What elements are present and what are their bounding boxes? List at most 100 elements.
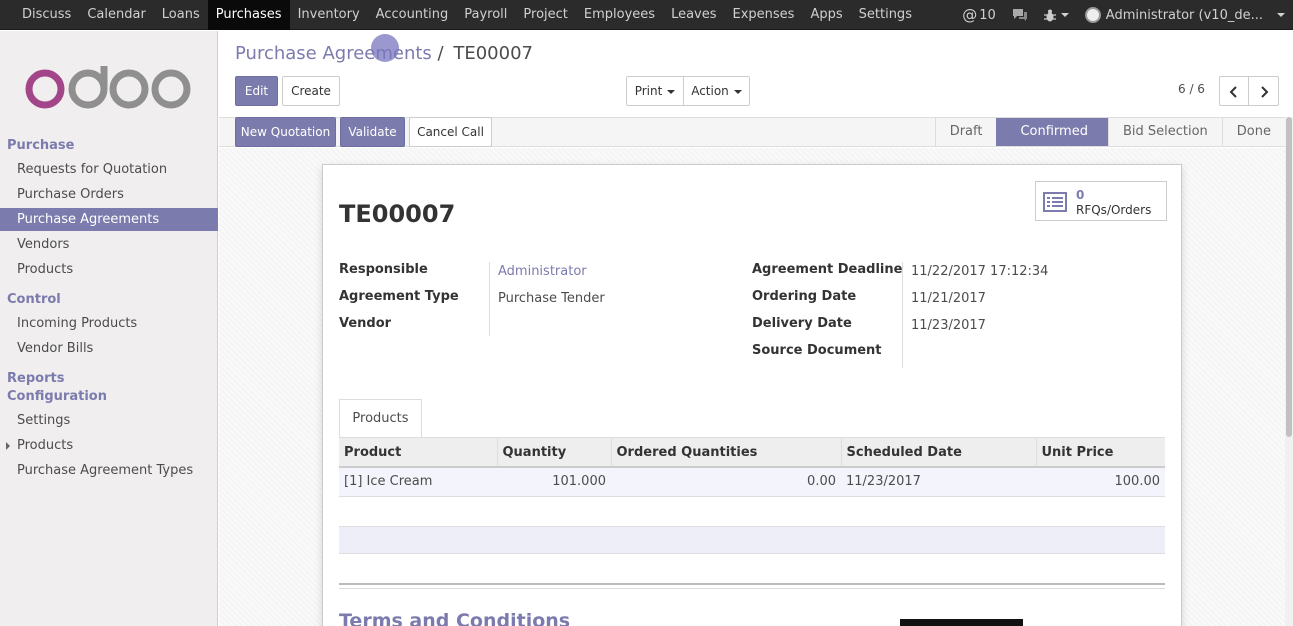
menu-employees[interactable]: Employees	[576, 0, 663, 30]
menu-project[interactable]: Project	[515, 0, 575, 30]
sidebar-item-purchase-agreements[interactable]: Purchase Agreements	[0, 208, 218, 231]
sidebar-item-settings[interactable]: Settings	[0, 409, 218, 432]
menu-calendar[interactable]: Calendar	[79, 0, 153, 30]
stage-confirmed[interactable]: Confirmed	[996, 118, 1108, 146]
validate-button[interactable]: Validate	[340, 117, 405, 147]
mentions-button[interactable]: @ 10	[954, 0, 1004, 30]
sidebar-item-requests-for-quotation[interactable]: Requests for Quotation	[0, 158, 218, 181]
sidebar-item-purchase-orders[interactable]: Purchase Orders	[0, 183, 218, 206]
pager-previous-button[interactable]	[1219, 76, 1249, 106]
chat-bubble-icon	[1012, 9, 1027, 21]
field-label-vendor: Vendor	[339, 316, 392, 331]
stage-done[interactable]: Done	[1221, 118, 1285, 146]
list-icon	[1043, 192, 1067, 212]
chevron-left-icon	[1229, 85, 1237, 98]
section-separator	[339, 583, 1165, 589]
field-value-agreement-type: Purchase Tender	[498, 291, 605, 306]
column-header-ordered-quantities[interactable]: Ordered Quantities	[611, 438, 842, 468]
sidebar-item-vendor-bills[interactable]: Vendor Bills	[0, 337, 218, 360]
sidebar-item-products[interactable]: Products	[0, 258, 218, 281]
sidebar-item-incoming-products[interactable]: Incoming Products	[0, 312, 218, 335]
field-value-delivery-date: 11/23/2017	[911, 318, 986, 333]
sidebar-item-purchase-agreement-types[interactable]: Purchase Agreement Types	[0, 459, 218, 482]
field-separator	[489, 262, 490, 336]
menu-purchases[interactable]: Purchases	[207, 0, 290, 30]
breadcrumb-separator: /	[437, 43, 444, 64]
field-label-responsible: Responsible	[339, 262, 428, 277]
terms-heading: Terms and Conditions	[339, 610, 571, 626]
breadcrumb-current: TE00007	[453, 43, 533, 64]
user-menu[interactable]: Administrator (v10_de...	[1077, 0, 1293, 30]
table-row[interactable]: [1] Ice Cream 101.000 0.00 11/23/2017 10…	[339, 467, 1165, 497]
print-dropdown[interactable]: Print	[626, 76, 684, 106]
vertical-scrollbar[interactable]	[1285, 117, 1293, 626]
chevron-right-icon	[1260, 85, 1268, 98]
field-label-delivery-date: Delivery Date	[752, 316, 852, 331]
sidebar-item-config-products[interactable]: Products	[0, 434, 218, 457]
cell-ordered-quantities: 0.00	[611, 467, 841, 497]
field-label-ordering-date: Ordering Date	[752, 289, 857, 304]
sidebar-section-reports[interactable]: Reports	[7, 371, 64, 386]
create-button[interactable]: Create	[282, 76, 340, 106]
sidebar-item-label: Products	[17, 438, 74, 453]
cell-unit-price: 100.00	[1036, 467, 1165, 497]
rfqs-orders-smart-button[interactable]: 0 RFQs/Orders	[1035, 181, 1167, 221]
at-icon: @	[962, 6, 978, 24]
expand-arrow-icon	[6, 442, 10, 450]
caret-down-icon	[667, 89, 676, 94]
cell-quantity: 101.000	[497, 467, 611, 497]
caret-down-icon	[1060, 13, 1069, 17]
smart-button-count: 0	[1076, 188, 1085, 202]
new-quotation-button[interactable]: New Quotation	[235, 117, 336, 147]
menu-inventory[interactable]: Inventory	[290, 0, 368, 30]
mentions-count: 10	[979, 7, 996, 23]
cell-product: [1] Ice Cream	[339, 467, 497, 497]
menu-accounting[interactable]: Accounting	[368, 0, 457, 30]
edit-button[interactable]: Edit	[235, 76, 278, 106]
cell-scheduled-date: 11/23/2017	[841, 467, 1036, 497]
sidebar-section-configuration: Configuration	[7, 389, 107, 404]
chat-button[interactable]	[1004, 0, 1036, 30]
field-label-agreement-deadline: Agreement Deadline	[752, 262, 903, 277]
sidebar-item-vendors[interactable]: Vendors	[0, 233, 218, 256]
print-label: Print	[634, 84, 663, 98]
top-navbar: Discuss Calendar Loans Purchases Invento…	[0, 0, 1293, 30]
menu-payroll[interactable]: Payroll	[456, 0, 515, 30]
column-header-scheduled-date[interactable]: Scheduled Date	[841, 438, 1037, 468]
menu-expenses[interactable]: Expenses	[725, 0, 803, 30]
menu-loans[interactable]: Loans	[154, 0, 208, 30]
form-sheet: 0 RFQs/Orders TE00007 Responsible Admini…	[322, 164, 1182, 626]
breadcrumb-parent[interactable]: Purchase Agreements	[235, 43, 432, 64]
column-header-product[interactable]: Product	[339, 438, 498, 468]
field-value-agreement-deadline: 11/22/2017 17:12:34	[911, 264, 1049, 279]
pager-next-button[interactable]	[1248, 76, 1279, 106]
avatar	[1084, 7, 1101, 23]
table-header-row: Product Quantity Ordered Quantities Sche…	[339, 438, 1165, 468]
sidebar-section-purchase: Purchase	[7, 138, 75, 153]
menu-leaves[interactable]: Leaves	[663, 0, 724, 30]
field-value-ordering-date: 11/21/2017	[911, 291, 986, 306]
tab-products[interactable]: Products	[339, 399, 422, 438]
field-label-agreement-type: Agreement Type	[339, 289, 459, 304]
action-dropdown[interactable]: Action	[683, 76, 750, 106]
debug-menu-button[interactable]	[1036, 0, 1077, 30]
menu-discuss[interactable]: Discuss	[14, 0, 79, 30]
pager-value[interactable]: 6 / 6	[1178, 82, 1205, 96]
cancel-call-button[interactable]: Cancel Call	[409, 117, 492, 147]
caret-down-icon	[1277, 13, 1285, 17]
stage-pipeline: Draft Confirmed Bid Selection Done	[934, 118, 1285, 146]
column-header-quantity[interactable]: Quantity	[497, 438, 612, 468]
stage-bid-selection[interactable]: Bid Selection	[1107, 118, 1222, 146]
column-header-unit-price[interactable]: Unit Price	[1036, 438, 1165, 468]
record-title: TE00007	[339, 200, 456, 228]
caret-down-icon	[733, 89, 742, 94]
stage-draft[interactable]: Draft	[934, 118, 997, 146]
menu-apps[interactable]: Apps	[802, 0, 850, 30]
smart-button-label: RFQs/Orders	[1076, 203, 1152, 217]
field-value-responsible[interactable]: Administrator	[498, 264, 587, 279]
tooltip-popup	[900, 619, 1023, 626]
menu-settings[interactable]: Settings	[851, 0, 920, 30]
scrollbar-thumb[interactable]	[1286, 117, 1292, 437]
sidebar: Purchase Requests for Quotation Purchase…	[0, 31, 218, 626]
sidebar-section-control: Control	[7, 292, 61, 307]
